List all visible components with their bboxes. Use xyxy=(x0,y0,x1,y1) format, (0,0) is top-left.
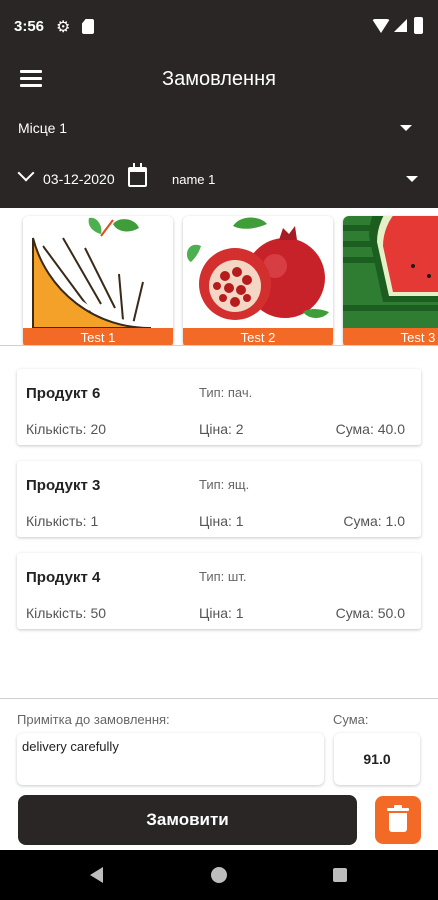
product-type: Тип: шт. xyxy=(199,569,247,584)
product-type: Тип: пач. xyxy=(199,385,253,400)
date-filter-row: 03-12-2020 name 1 xyxy=(16,163,422,192)
settings-gear-icon: ⚙ xyxy=(56,19,71,36)
product-name: Продукт 4 xyxy=(26,569,101,586)
category-label: Test 3 xyxy=(343,328,438,345)
chevron-down-icon[interactable] xyxy=(17,164,35,182)
home-icon[interactable] xyxy=(211,867,227,883)
product-quantity: Кількість: 1 xyxy=(26,513,99,529)
status-time: 3:56 xyxy=(14,18,45,35)
dropdown-arrow-icon xyxy=(400,125,412,131)
divider xyxy=(0,698,438,699)
category-label: Test 1 xyxy=(23,328,173,345)
date-value[interactable]: 03-12-2020 xyxy=(43,171,115,187)
trash-icon xyxy=(387,805,409,811)
status-bar: 3:56 ⚙ xyxy=(0,0,438,54)
pomegranate-image xyxy=(183,216,333,328)
category-card[interactable]: Test 3 xyxy=(343,216,438,345)
dropdown-arrow-icon xyxy=(406,176,418,182)
order-sum-label: Сума: xyxy=(333,712,369,727)
signal-icon xyxy=(394,19,407,32)
place-dropdown-value: Місце 1 xyxy=(18,120,68,136)
place-order-button[interactable]: Замовити xyxy=(18,795,357,845)
product-price: Ціна: 1 xyxy=(199,605,244,621)
orange-slice-image xyxy=(23,216,173,328)
battery-icon xyxy=(414,17,423,34)
product-sum: Сума: 40.0 xyxy=(335,421,405,437)
sd-card-icon xyxy=(82,19,94,34)
watermelon-image xyxy=(343,216,438,328)
product-quantity: Кількість: 50 xyxy=(26,605,107,621)
product-name: Продукт 6 xyxy=(26,385,101,402)
order-note-label: Примітка до замовлення: xyxy=(17,712,170,727)
order-note-input[interactable]: delivery carefully xyxy=(17,733,324,785)
name-dropdown-value: name 1 xyxy=(172,172,216,187)
category-strip[interactable]: Test 1 Test 2 Test 3 xyxy=(0,208,438,346)
product-card[interactable]: Продукт 4 Тип: шт. Кількість: 50 Ціна: 1… xyxy=(17,553,421,629)
place-dropdown[interactable]: Місце 1 xyxy=(18,116,420,140)
category-card[interactable]: Test 2 xyxy=(183,216,333,345)
category-card[interactable]: Test 1 xyxy=(23,216,173,345)
product-sum: Сума: 1.0 xyxy=(343,513,405,529)
product-price: Ціна: 1 xyxy=(199,513,244,529)
wifi-icon xyxy=(372,19,390,33)
back-icon[interactable] xyxy=(90,867,103,883)
calendar-icon[interactable] xyxy=(128,163,147,187)
system-nav-bar xyxy=(0,850,438,900)
recents-icon[interactable] xyxy=(333,868,347,882)
page-title: Замовлення xyxy=(162,68,276,90)
app-header: 3:56 ⚙ Замовлення Місце 1 03-12-2020 nam… xyxy=(0,0,438,208)
product-quantity: Кількість: 20 xyxy=(26,421,107,437)
trash-can-body xyxy=(389,813,407,832)
product-sum: Сума: 50.0 xyxy=(335,605,405,621)
product-price: Ціна: 2 xyxy=(199,421,244,437)
product-type: Тип: ящ. xyxy=(199,477,250,492)
product-card[interactable]: Продукт 6 Тип: пач. Кількість: 20 Ціна: … xyxy=(17,369,421,445)
order-sum-value: 91.0 xyxy=(334,733,420,785)
product-card[interactable]: Продукт 3 Тип: ящ. Кількість: 1 Ціна: 1 … xyxy=(17,461,421,537)
name-dropdown[interactable]: name 1 xyxy=(172,164,422,192)
product-name: Продукт 3 xyxy=(26,477,101,494)
clear-order-button[interactable] xyxy=(375,796,421,844)
category-label: Test 2 xyxy=(183,328,333,345)
